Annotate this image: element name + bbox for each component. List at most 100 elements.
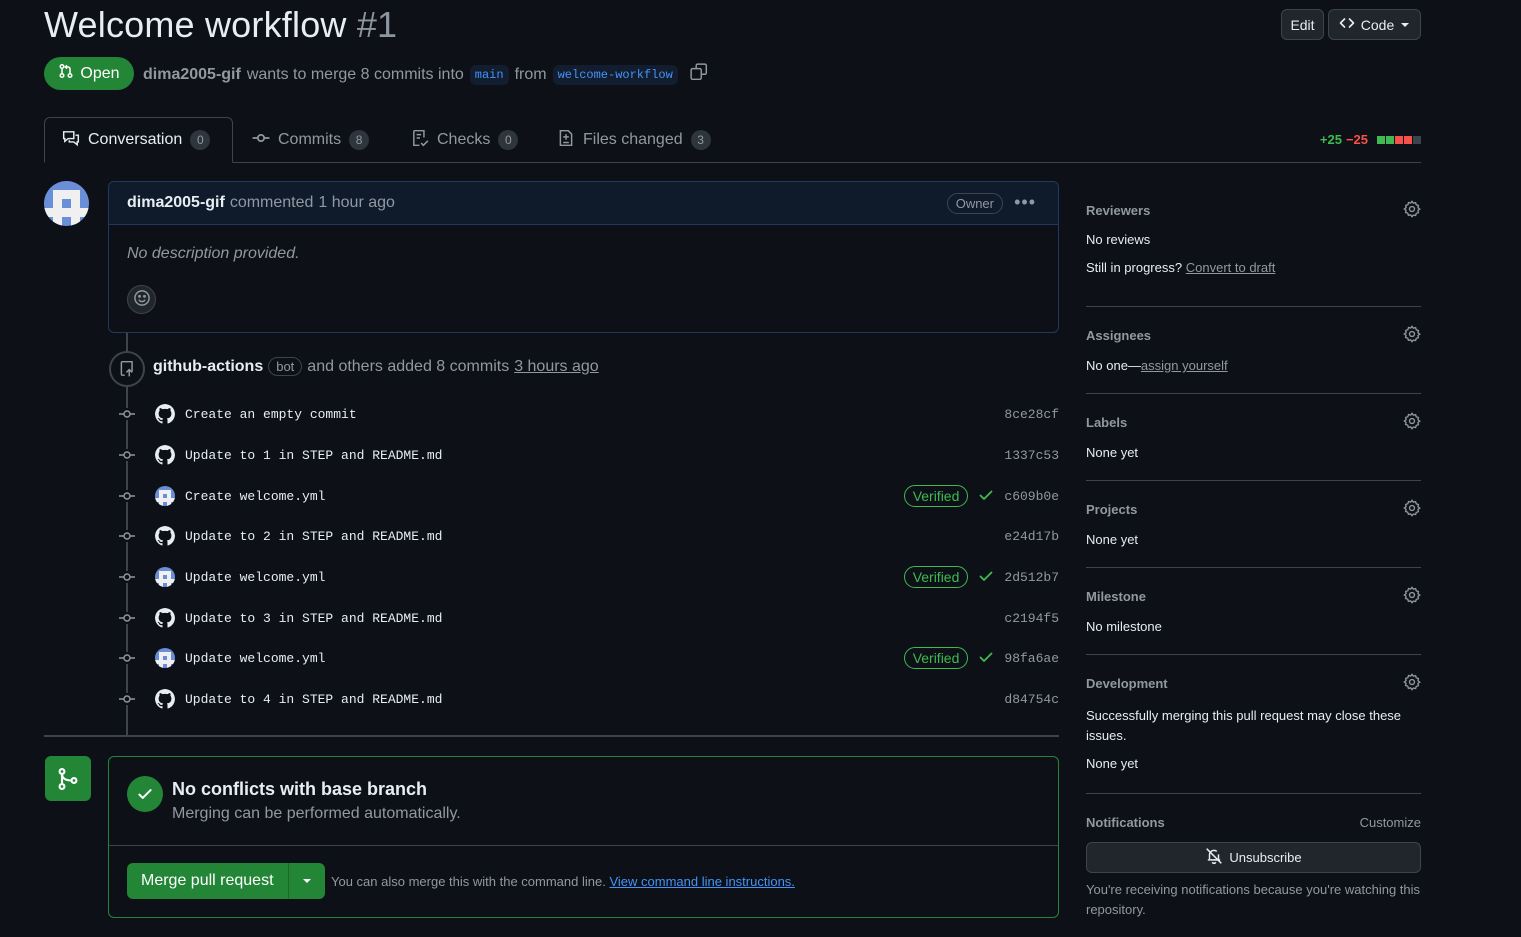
gear-icon[interactable]	[1403, 673, 1421, 694]
commit-message-link[interactable]: Update to 4 in STEP and README.md	[185, 692, 442, 707]
commit-message-link[interactable]: Update to 1 in STEP and README.md	[185, 448, 442, 463]
tab-conversation[interactable]: Conversation 0	[44, 117, 233, 163]
kebab-horizontal-icon[interactable]: •••	[1014, 192, 1036, 213]
customize-notifications-link[interactable]: Customize	[1360, 815, 1421, 830]
pr-state-badge: Open	[44, 57, 134, 90]
sidebar-section-title: Labels	[1086, 415, 1128, 430]
commit-sha-link[interactable]: 98fa6ae	[1004, 651, 1059, 666]
assignees-none-text: No one—	[1086, 358, 1141, 373]
gear-icon[interactable]	[1403, 499, 1421, 520]
commit-sha-link[interactable]: c2194f5	[1004, 611, 1059, 626]
commit-message-link[interactable]: Update welcome.yml	[185, 570, 325, 585]
commit-row: Update welcome.yml Verified 98fa6ae	[116, 646, 1059, 670]
github-mark-icon[interactable]	[155, 526, 175, 546]
sidebar-milestone: Milestone No milestone	[1086, 586, 1421, 634]
commit-message-link[interactable]: Update welcome.yml	[185, 651, 325, 666]
sidebar-notifications: Notifications Customize	[1086, 815, 1421, 830]
file-diff-icon	[557, 129, 575, 152]
check-icon[interactable]	[978, 649, 994, 668]
convert-to-draft-link[interactable]: Convert to draft	[1186, 260, 1276, 275]
comment-author[interactable]: dima2005-gif	[127, 194, 225, 212]
reviewers-value: No reviews	[1086, 232, 1151, 247]
commit-message-link[interactable]: Update to 3 in STEP and README.md	[185, 611, 442, 626]
push-actor-link[interactable]: github-actions	[153, 358, 263, 376]
pr-wants-text: wants to merge 8 commits into	[246, 65, 464, 83]
commit-meta: Verified 2d512b7	[903, 566, 1059, 588]
git-commit-icon	[116, 449, 138, 461]
diffstat-deletions: −25	[1345, 132, 1368, 147]
sidebar-section-title: Reviewers	[1086, 203, 1151, 218]
avatar[interactable]	[155, 648, 175, 668]
tab-counter: 3	[690, 130, 711, 150]
base-branch[interactable]: main	[469, 64, 509, 85]
pr-from-text: from	[514, 65, 547, 83]
sidebar-divider	[1086, 793, 1421, 794]
avatar[interactable]	[44, 181, 89, 226]
copy-icon[interactable]	[690, 63, 708, 86]
assign-yourself-link[interactable]: assign yourself	[1141, 358, 1228, 373]
command-line-instructions-link[interactable]: View command line instructions.	[609, 874, 794, 889]
check-icon[interactable]	[978, 487, 994, 506]
git-commit-icon	[116, 571, 138, 583]
timeline-end-divider	[44, 735, 1059, 737]
merge-options-button[interactable]	[288, 863, 325, 899]
commit-sha-link[interactable]: 8ce28cf	[1004, 407, 1059, 422]
pull-request-icon	[58, 63, 74, 84]
tab-files-changed[interactable]: Files changed 3	[557, 117, 711, 163]
verified-badge[interactable]: Verified	[903, 647, 969, 669]
edit-button[interactable]: Edit	[1281, 9, 1324, 40]
gear-icon[interactable]	[1403, 325, 1421, 346]
progress-text: Still in progress?	[1086, 260, 1183, 275]
commit-sha-link[interactable]: e24d17b	[1004, 529, 1059, 544]
commit-sha-link[interactable]: 1337c53	[1004, 448, 1059, 463]
sidebar-divider	[1086, 654, 1421, 655]
push-event-time[interactable]: 3 hours ago	[514, 358, 599, 376]
head-branch[interactable]: welcome-workflow	[552, 64, 678, 85]
verified-badge[interactable]: Verified	[903, 566, 969, 588]
commit-message-link[interactable]: Update to 2 in STEP and README.md	[185, 529, 442, 544]
github-mark-icon[interactable]	[155, 608, 175, 628]
commit-meta: 8ce28cf	[1004, 407, 1059, 422]
commit-message-link[interactable]: Create welcome.yml	[185, 489, 325, 504]
milestone-value: No milestone	[1086, 619, 1162, 634]
github-mark-icon[interactable]	[155, 404, 175, 424]
pr-author-link[interactable]: dima2005-gif	[143, 66, 241, 84]
sidebar-divider	[1086, 393, 1421, 394]
commit-meta: 1337c53	[1004, 448, 1059, 463]
pr-state-label: Open	[80, 64, 120, 82]
diffstat-bar	[1376, 132, 1421, 147]
merge-pull-request-button[interactable]: Merge pull request	[127, 863, 289, 899]
pr-tabs: Conversation 0 Commits 8 Checks 0 Files …	[44, 117, 1421, 163]
bot-badge: bot	[268, 357, 303, 376]
gear-icon[interactable]	[1403, 200, 1421, 221]
code-button[interactable]: Code	[1328, 9, 1421, 40]
check-icon[interactable]	[978, 568, 994, 587]
avatar[interactable]	[155, 567, 175, 587]
github-mark-icon[interactable]	[155, 445, 175, 465]
edit-button-label: Edit	[1290, 16, 1315, 33]
sidebar-reviewers: Reviewers No reviews Still in progress? …	[1086, 200, 1421, 275]
merge-button-group: Merge pull request	[127, 863, 325, 899]
unsubscribe-button[interactable]: Unsubscribe	[1086, 842, 1421, 873]
commit-sha-link[interactable]: 2d512b7	[1004, 570, 1059, 585]
avatar[interactable]	[155, 486, 175, 506]
tab-counter: 0	[190, 130, 211, 150]
gear-icon[interactable]	[1403, 586, 1421, 607]
github-mark-icon[interactable]	[155, 689, 175, 709]
merge-status-subtitle: Merging can be performed automatically.	[172, 805, 461, 822]
verified-badge[interactable]: Verified	[903, 485, 969, 507]
tab-commits[interactable]: Commits 8	[252, 117, 370, 163]
commit-sha-link[interactable]: c609b0e	[1004, 489, 1059, 504]
add-reaction-button[interactable]	[127, 285, 156, 314]
reviewers-progress: Still in progress? Convert to draft	[1086, 260, 1421, 275]
commit-sha-link[interactable]: d84754c	[1004, 692, 1059, 707]
comment-time[interactable]: 1 hour ago	[318, 194, 395, 212]
development-value: None yet	[1086, 756, 1139, 771]
pr-description-comment: dima2005-gif commented 1 hour ago Owner …	[108, 181, 1059, 333]
comment-action: commented	[229, 194, 314, 211]
pr-meta: dima2005-gif wants to merge 8 commits in…	[143, 63, 708, 86]
diffstat-additions: +25	[1319, 132, 1342, 147]
gear-icon[interactable]	[1403, 412, 1421, 433]
commit-message-link[interactable]: Create an empty commit	[185, 407, 357, 422]
tab-checks[interactable]: Checks 0	[411, 117, 519, 163]
